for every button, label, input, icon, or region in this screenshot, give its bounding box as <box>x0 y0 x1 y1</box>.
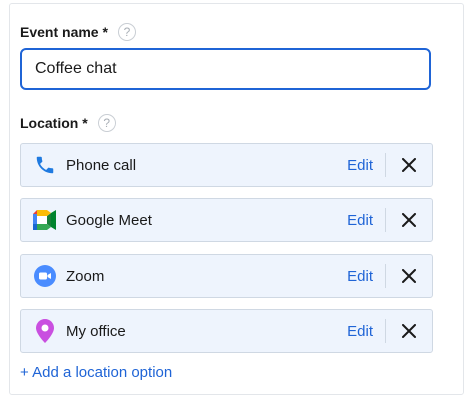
remove-location-button[interactable] <box>386 144 432 186</box>
location-label-row: Location * ? <box>20 111 116 135</box>
phone-icon <box>33 153 57 177</box>
help-icon[interactable]: ? <box>97 114 116 132</box>
remove-location-button[interactable] <box>386 199 432 241</box>
edit-button[interactable]: Edit <box>347 323 373 340</box>
location-label: Location * <box>20 115 88 131</box>
location-item-zoom: Zoom Edit <box>20 254 433 298</box>
location-item-label: Phone call <box>66 156 137 174</box>
edit-button[interactable]: Edit <box>347 212 373 229</box>
edit-button[interactable]: Edit <box>347 157 373 174</box>
map-pin-icon <box>33 319 57 343</box>
location-item-phone-call: Phone call Edit <box>20 143 433 187</box>
location-item-label: Zoom <box>66 267 105 285</box>
remove-location-button[interactable] <box>386 310 432 352</box>
edit-button[interactable]: Edit <box>347 268 373 285</box>
close-icon <box>402 213 416 227</box>
zoom-icon <box>33 264 57 288</box>
event-name-label-row: Event name * ? <box>20 20 136 44</box>
add-location-option-link[interactable]: + Add a location option <box>20 364 172 381</box>
event-name-label: Event name * <box>20 24 108 40</box>
location-item-my-office: My office Edit <box>20 309 433 353</box>
location-item-label: Google Meet <box>66 211 152 229</box>
close-icon <box>402 158 416 172</box>
event-name-input[interactable] <box>20 48 431 90</box>
remove-location-button[interactable] <box>386 255 432 297</box>
close-icon <box>402 269 416 283</box>
close-icon <box>402 324 416 338</box>
google-meet-icon <box>33 208 57 232</box>
location-item-google-meet: Google Meet Edit <box>20 198 433 242</box>
help-icon[interactable]: ? <box>117 23 136 41</box>
location-item-label: My office <box>66 322 126 340</box>
